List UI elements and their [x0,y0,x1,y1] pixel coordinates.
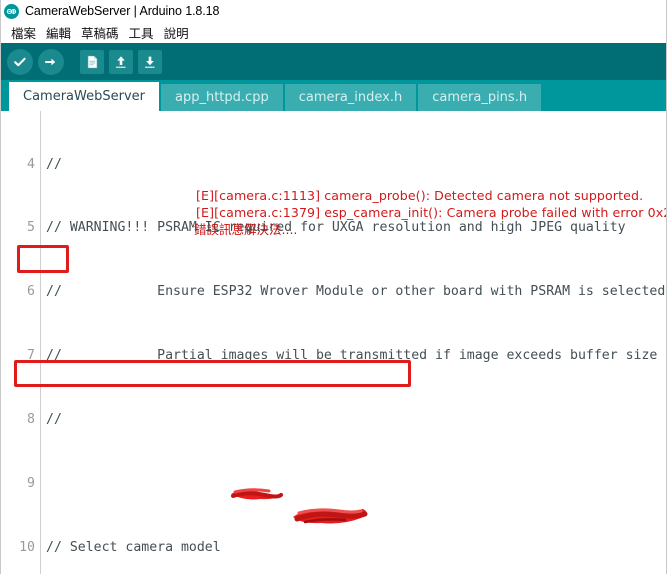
tab-camera-index-h[interactable]: camera_index.h [284,84,417,111]
title-bar: CameraWebServer | Arduino 1.8.18 [1,0,666,22]
line-number: 4 [27,156,35,172]
tab-label: camera_index.h [298,90,403,105]
tab-camerawebserver[interactable]: CameraWebServer [9,82,159,111]
line-number: 10 [19,539,35,555]
up-arrow-icon [113,54,129,70]
code-line: // [46,412,62,428]
line-number: 8 [27,412,35,428]
code-line: // Ensure ESP32 Wrover Module or other b… [46,284,666,300]
code-line: // Partial images will be transmitted if… [46,348,658,364]
menu-help[interactable]: 說明 [159,23,194,42]
menu-tools[interactable]: 工具 [124,23,159,42]
code-lines[interactable]: // // WARNING!!! PSRAM IC required for U… [46,111,666,574]
menu-file[interactable]: 檔案 [6,23,41,42]
arduino-ide-window: CameraWebServer | Arduino 1.8.18 檔案 編輯 草… [0,0,667,574]
toolbar [1,43,666,80]
arduino-infinity-icon [4,3,19,19]
verify-button[interactable] [7,48,33,75]
code-line: // [46,156,62,172]
right-arrow-icon [43,54,59,70]
tab-bar: CameraWebServer app_httpd.cpp camera_ind… [1,80,666,111]
line-number: 9 [27,476,35,492]
open-button[interactable] [109,49,133,74]
document-icon [84,54,100,70]
new-button[interactable] [80,49,104,74]
window-title: CameraWebServer | Arduino 1.8.18 [25,4,220,18]
code-line: // Select camera model [46,539,221,555]
line-number: 7 [27,348,35,364]
menu-bar: 檔案 編輯 草稿碼 工具 說明 [1,22,666,43]
down-arrow-icon [142,54,158,70]
tab-app-httpd-cpp[interactable]: app_httpd.cpp [161,84,283,111]
checkmark-icon [12,54,28,70]
code-editor[interactable]: 4 5 6 7 8 9 10 11 12 13 14 15 16 17 18 1… [1,111,666,574]
code-area[interactable]: 4 5 6 7 8 9 10 11 12 13 14 15 16 17 18 1… [1,111,666,574]
line-number: 6 [27,284,35,300]
save-button[interactable] [138,49,162,74]
menu-edit[interactable]: 編輯 [41,23,76,42]
upload-button[interactable] [38,48,64,75]
annotation-note-cjk: 錯誤訊息解決法.... [194,222,298,237]
line-number-gutter: 4 5 6 7 8 9 10 11 12 13 14 15 16 17 18 1… [1,111,41,574]
tab-label: camera_pins.h [432,90,528,105]
tab-camera-pins-h[interactable]: camera_pins.h [418,84,542,111]
tab-label: CameraWebServer [23,89,145,104]
line-number: 5 [27,220,35,236]
tab-label: app_httpd.cpp [175,90,269,105]
menu-sketch[interactable]: 草稿碼 [76,23,124,42]
